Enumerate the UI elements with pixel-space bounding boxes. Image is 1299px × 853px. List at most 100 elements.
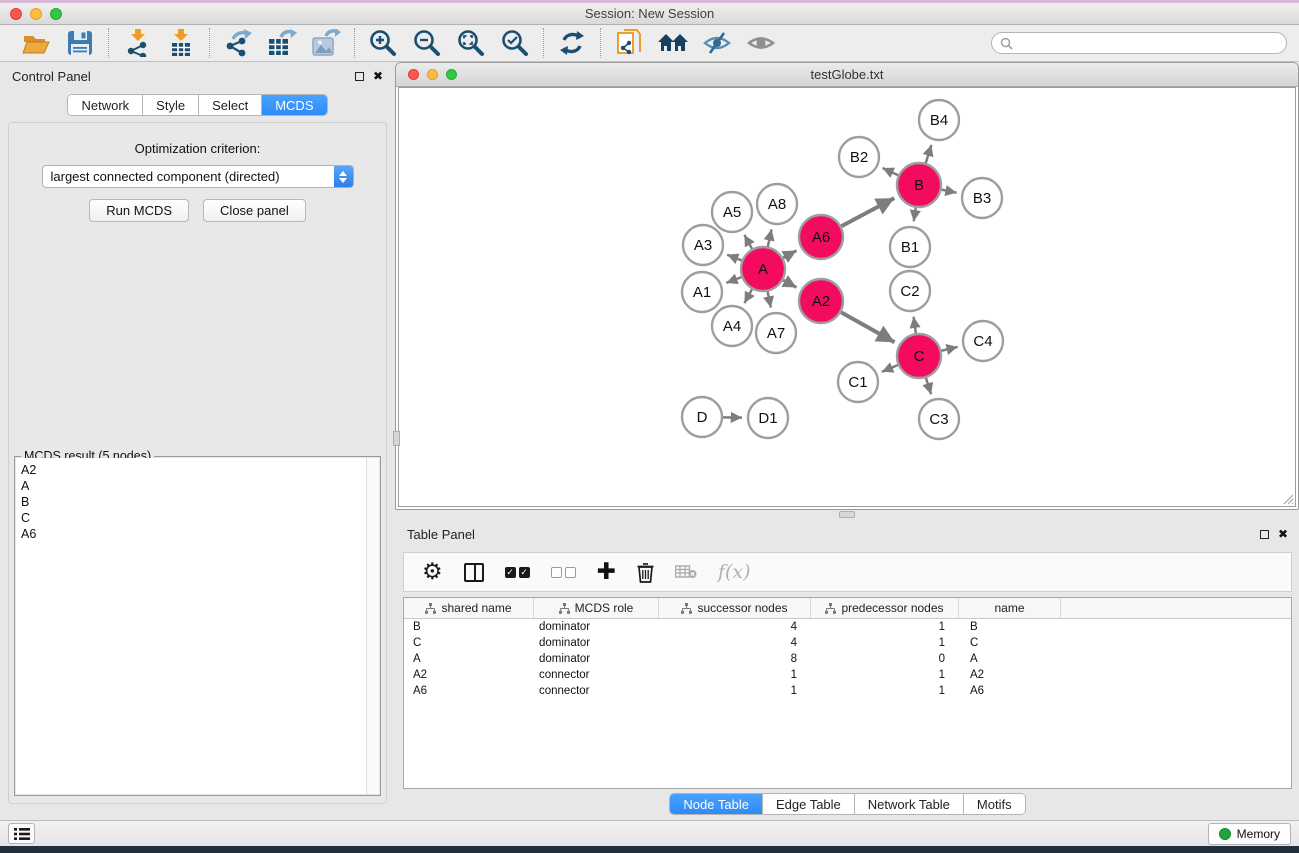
close-table-panel-icon[interactable]: ✖ [1278,528,1288,540]
control-panel-title: Control Panel [12,69,91,84]
edge-A-A6[interactable] [783,251,796,258]
close-panel-icon[interactable]: ✖ [373,70,383,82]
zoom-in-button[interactable] [365,28,401,58]
zoom-selected-icon [501,29,529,57]
edge-C-C3[interactable] [926,378,931,394]
task-history-button[interactable] [8,823,35,844]
save-session-button[interactable] [62,28,98,58]
float-table-panel-icon[interactable] [1260,530,1269,539]
tab-mcds[interactable]: MCDS [262,95,326,115]
function-builder-icon[interactable]: f(x) [718,561,751,583]
import-network-button[interactable] [119,28,155,58]
select-all-icon[interactable]: ✓✓ [505,567,530,578]
run-mcds-button[interactable]: Run MCDS [89,199,189,222]
home-button[interactable] [655,28,691,58]
hide-selected-button[interactable] [699,28,735,58]
delete-table-icon[interactable] [675,565,697,579]
open-session-button[interactable] [18,28,54,58]
edge-B-B2[interactable] [883,168,899,175]
settings-gear-icon[interactable]: ⚙ [422,561,443,584]
mcds-result-item[interactable]: C [21,510,379,526]
import-table-button[interactable] [163,28,199,58]
mcds-result-item[interactable]: A2 [21,462,379,478]
network-from-selection-button[interactable] [611,28,647,58]
add-column-icon[interactable]: ✚ [597,561,616,584]
network-close-button[interactable] [408,69,419,80]
zoom-selected-button[interactable] [497,28,533,58]
edge-A-A3[interactable] [727,255,742,261]
edge-C-C4[interactable] [941,347,957,351]
resize-grip-icon[interactable] [1282,493,1294,505]
edge-A2-C[interactable] [841,312,895,342]
network-zoom-button[interactable] [446,69,457,80]
toggle-columns-icon[interactable] [464,563,484,582]
network-from-selection-icon [616,29,642,57]
tab-network-table[interactable]: Network Table [855,794,964,814]
criterion-dropdown[interactable]: largest connected component (directed) [42,165,354,188]
column-header-predecessor-nodes[interactable]: predecessor nodes [811,598,959,618]
delete-column-icon[interactable] [637,562,654,583]
edge-A-A4[interactable] [744,289,752,303]
tab-motifs[interactable]: Motifs [964,794,1025,814]
splitter-handle-vertical[interactable] [393,431,400,446]
export-image-button[interactable] [308,28,344,58]
minimize-window-button[interactable] [30,8,42,20]
zoom-window-button[interactable] [50,8,62,20]
table-row[interactable]: Cdominator41C [404,635,1291,651]
splitter-handle-horizontal[interactable] [839,511,855,518]
edge-A-A5[interactable] [744,235,752,249]
table-row[interactable]: Adominator80A [404,651,1291,667]
column-header-name[interactable]: name [959,598,1061,618]
edge-A-A2[interactable] [783,280,796,287]
mcds-result-list[interactable]: A2ABCA6 [16,458,379,794]
edge-A-A1[interactable] [726,277,741,283]
edge-A-A8[interactable] [768,229,772,246]
column-header-successor-nodes[interactable]: successor nodes [659,598,811,618]
tab-select[interactable]: Select [199,95,262,115]
tab-edge-table[interactable]: Edge Table [763,794,855,814]
close-window-button[interactable] [10,8,22,20]
edge-C-C2[interactable] [914,317,916,333]
mcds-result-item[interactable]: A6 [21,526,379,542]
main-toolbar [0,25,1299,62]
tab-style[interactable]: Style [143,95,199,115]
task-list-icon [14,827,30,841]
table-row[interactable]: A2connector11A2 [404,667,1291,683]
node-label-A1: A1 [693,284,711,301]
search-box[interactable] [991,32,1287,54]
edge-B-B4[interactable] [926,145,932,163]
search-input[interactable] [1017,36,1278,50]
mcds-result-item[interactable]: B [21,494,379,510]
deselect-all-icon[interactable] [551,567,576,578]
table-row[interactable]: Bdominator41B [404,619,1291,635]
network-canvas[interactable]: B4B2BB3A5A8A6B1A3AC2A1A2A4A7C4CC1C3DD1 [398,87,1296,507]
close-panel-button[interactable]: Close panel [203,199,306,222]
hide-selected-icon [703,31,731,55]
column-header-MCDS-role[interactable]: MCDS role [534,598,659,618]
save-session-icon [67,30,93,56]
network-window-titlebar[interactable]: testGlobe.txt [396,63,1298,87]
tab-network[interactable]: Network [68,95,143,115]
edge-B-B3[interactable] [942,190,957,193]
float-panel-icon[interactable] [355,72,364,81]
column-header-shared-name[interactable]: shared name [404,598,534,618]
table-header-row: shared nameMCDS rolesuccessor nodesprede… [404,598,1291,619]
mcds-result-scrollbar[interactable] [366,458,379,794]
edge-B-B1[interactable] [914,208,916,222]
zoom-out-button[interactable] [409,28,445,58]
export-table-button[interactable] [264,28,300,58]
node-label-C: C [914,348,925,365]
show-all-button[interactable] [743,28,779,58]
mcds-result-item[interactable]: A [21,478,379,494]
refresh-button[interactable] [554,28,590,58]
edge-A-A7[interactable] [768,292,771,308]
memory-button[interactable]: Memory [1208,823,1291,845]
export-network-button[interactable] [220,28,256,58]
edge-A6-B[interactable] [841,198,894,226]
network-minimize-button[interactable] [427,69,438,80]
edge-C-C1[interactable] [882,365,898,372]
table-row[interactable]: A6connector11A6 [404,683,1291,699]
tab-node-table[interactable]: Node Table [670,794,763,814]
criterion-dropdown-value: largest connected component (directed) [43,169,334,184]
zoom-fit-button[interactable] [453,28,489,58]
